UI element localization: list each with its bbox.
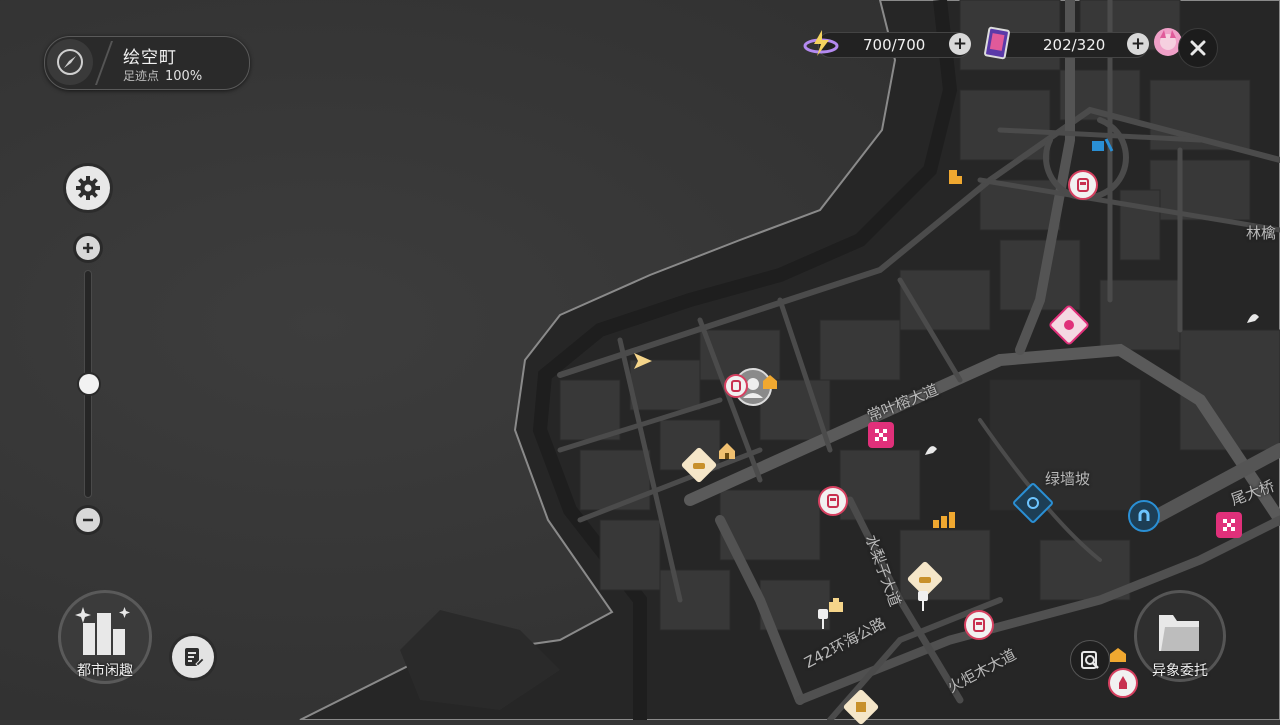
gear-icon: [76, 176, 100, 200]
district-label-lvqiangpo: 绿墙坡: [1045, 470, 1091, 488]
close-icon: [1190, 40, 1206, 56]
battery-charge-icon: [802, 26, 840, 60]
close-button[interactable]: [1178, 28, 1218, 68]
notepad-edit-icon: [185, 648, 204, 667]
plus-icon: [83, 243, 93, 253]
commission-label: 异象委托: [1152, 663, 1208, 679]
checkered-flag-icon[interactable]: [1216, 512, 1242, 538]
repair-shop-icon[interactable]: [1090, 135, 1114, 155]
film-card-icon: [982, 26, 1012, 60]
film-resource: 202/320: [996, 32, 1148, 58]
district-label-linqiao: 林檎: [1246, 224, 1277, 242]
location-name: 绘空町: [123, 48, 177, 68]
building-icon[interactable]: [944, 166, 966, 188]
film-add-button[interactable]: +: [1127, 33, 1149, 55]
battery-add-button[interactable]: +: [949, 33, 971, 55]
vending-machine-icon[interactable]: [724, 374, 748, 398]
hollow-gate-icon[interactable]: [918, 436, 944, 462]
city-buildings-icon: [75, 607, 130, 655]
bar-chart-icon[interactable]: [930, 508, 958, 530]
vending-machine-icon[interactable]: [818, 486, 848, 516]
location-panel[interactable]: 绘空町 足迹点 100%: [44, 36, 250, 90]
shop-cart-icon[interactable]: [826, 596, 846, 616]
minus-icon: [83, 518, 93, 522]
magnet-icon[interactable]: [1128, 500, 1160, 532]
pin-icon[interactable]: [910, 588, 936, 614]
battery-value: 700/700: [863, 36, 926, 54]
zoom-in-button[interactable]: [76, 236, 100, 260]
zoom-slider-thumb[interactable]: [79, 374, 99, 394]
magnifier-doc-icon: [1081, 651, 1099, 669]
building-icon[interactable]: [760, 372, 780, 392]
checkered-flag-icon[interactable]: [868, 422, 894, 448]
vending-machine-icon[interactable]: [1068, 170, 1098, 200]
vending-machine-icon[interactable]: [964, 610, 994, 640]
house-icon[interactable]: [714, 438, 740, 464]
panel-divider: [94, 41, 114, 85]
inspect-button[interactable]: [1070, 640, 1110, 680]
footprint-value: 100%: [165, 69, 203, 84]
hollow-gate-icon[interactable]: [1240, 304, 1266, 330]
folder-icon: [1159, 615, 1199, 651]
city-fun-label: 都市闲趣: [77, 663, 133, 679]
notes-button[interactable]: [172, 636, 214, 678]
settings-button[interactable]: [66, 166, 110, 210]
footprint-label: 足迹点: [123, 69, 160, 83]
send-icon[interactable]: [630, 348, 656, 374]
zoom-out-button[interactable]: [76, 508, 100, 532]
film-value: 202/320: [1043, 36, 1106, 54]
footprint-progress: 足迹点 100%: [123, 67, 202, 84]
compass-icon[interactable]: [47, 39, 93, 85]
battery-resource: 700/700: [818, 32, 970, 58]
